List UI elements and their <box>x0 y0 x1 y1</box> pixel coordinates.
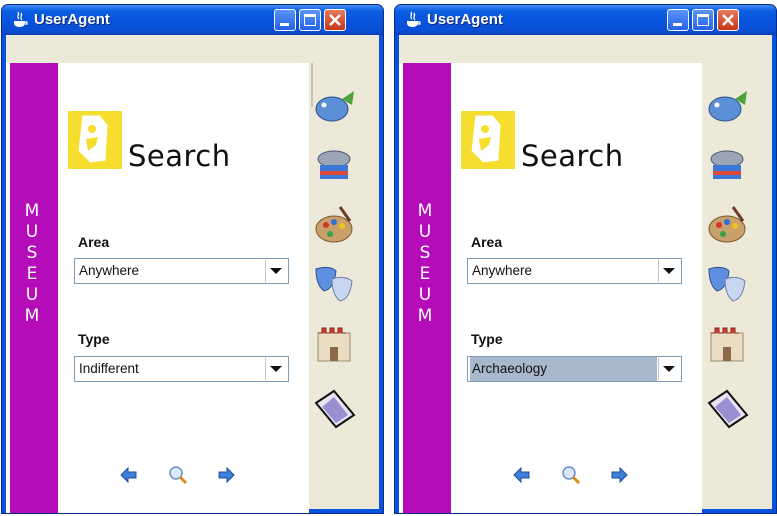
museum-letter: S <box>26 243 38 263</box>
area-dropdown[interactable]: Anywhere <box>74 258 289 284</box>
search-heading: Search <box>128 139 231 173</box>
minimize-button[interactable] <box>274 9 296 31</box>
area-value: Anywhere <box>472 263 533 278</box>
museum-sidebar: M U S E U M <box>10 63 58 513</box>
museum-letter: M <box>417 306 433 326</box>
forward-arrow-icon[interactable] <box>609 465 629 485</box>
maximize-button[interactable] <box>299 9 321 31</box>
area-label: Area <box>78 234 110 250</box>
java-cup-icon <box>407 11 421 27</box>
museum-letter: U <box>418 222 432 242</box>
search-heading: Search <box>521 139 624 173</box>
area-dropdown[interactable]: Anywhere <box>467 258 682 284</box>
search-magnifier-icon[interactable] <box>561 465 581 485</box>
title-bar[interactable]: UserAgent <box>2 5 383 35</box>
useragent-window-1: UserAgent M U S E U M Search Area Anywhe… <box>1 4 384 514</box>
film-reel-icon[interactable] <box>705 143 749 187</box>
chevron-down-icon[interactable] <box>658 260 680 282</box>
paint-palette-icon[interactable] <box>312 203 356 247</box>
search-magnifier-icon[interactable] <box>168 465 188 485</box>
theater-masks-icon[interactable] <box>312 261 356 305</box>
type-dropdown[interactable]: Archaeology <box>467 356 682 382</box>
title-bar[interactable]: UserAgent <box>395 5 776 35</box>
museum-letter: S <box>419 243 431 263</box>
minimize-icon <box>673 23 682 26</box>
forward-arrow-icon[interactable] <box>216 465 236 485</box>
museum-sidebar: M U S E U M <box>403 63 451 513</box>
minimize-icon <box>280 23 289 26</box>
museum-letter: U <box>25 222 39 242</box>
book-icon[interactable] <box>312 387 356 431</box>
chevron-down-icon[interactable] <box>265 260 287 282</box>
museum-letter: E <box>419 264 431 284</box>
castle-icon[interactable] <box>705 319 749 363</box>
museum-letter: U <box>418 285 432 305</box>
type-value: Indifferent <box>79 361 139 376</box>
search-logo-icon <box>68 111 122 169</box>
book-icon[interactable] <box>705 387 749 431</box>
type-label: Type <box>471 331 503 347</box>
type-dropdown[interactable]: Indifferent <box>74 356 289 382</box>
close-button[interactable] <box>324 9 346 31</box>
search-panel: M U S E U M Search Area Anywhere <box>399 63 702 513</box>
film-reel-icon[interactable] <box>312 143 356 187</box>
maximize-icon <box>697 14 709 26</box>
museum-letter: M <box>417 201 433 221</box>
theater-masks-icon[interactable] <box>705 261 749 305</box>
back-arrow-icon[interactable] <box>119 465 139 485</box>
paint-palette-icon[interactable] <box>705 203 749 247</box>
fossil-fish-icon[interactable] <box>705 85 749 129</box>
client-area: M U S E U M Search Area Anywhere <box>399 35 772 513</box>
window-title: UserAgent <box>34 11 110 28</box>
fossil-fish-icon[interactable] <box>312 85 356 129</box>
close-button[interactable] <box>717 9 739 31</box>
type-value: Archaeology <box>470 357 657 381</box>
search-logo-icon <box>461 111 515 169</box>
close-icon <box>329 14 341 26</box>
window-title: UserAgent <box>427 11 503 28</box>
java-cup-icon <box>14 11 28 27</box>
maximize-icon <box>304 14 316 26</box>
museum-letter: U <box>25 285 39 305</box>
museum-letter: E <box>26 264 38 284</box>
back-arrow-icon[interactable] <box>512 465 532 485</box>
museum-letter: M <box>24 306 40 326</box>
chevron-down-icon[interactable] <box>658 358 680 380</box>
minimize-button[interactable] <box>667 9 689 31</box>
maximize-button[interactable] <box>692 9 714 31</box>
area-value: Anywhere <box>79 263 140 278</box>
search-panel: M U S E U M Search Area Anywhere <box>6 63 309 513</box>
type-label: Type <box>78 331 110 347</box>
castle-icon[interactable] <box>312 319 356 363</box>
client-area: M U S E U M Search Area Anywhere <box>6 35 379 513</box>
area-label: Area <box>471 234 503 250</box>
chevron-down-icon[interactable] <box>265 358 287 380</box>
useragent-window-2: UserAgent M U S E U M Search Area Anywhe… <box>394 4 777 514</box>
close-icon <box>722 14 734 26</box>
museum-letter: M <box>24 201 40 221</box>
